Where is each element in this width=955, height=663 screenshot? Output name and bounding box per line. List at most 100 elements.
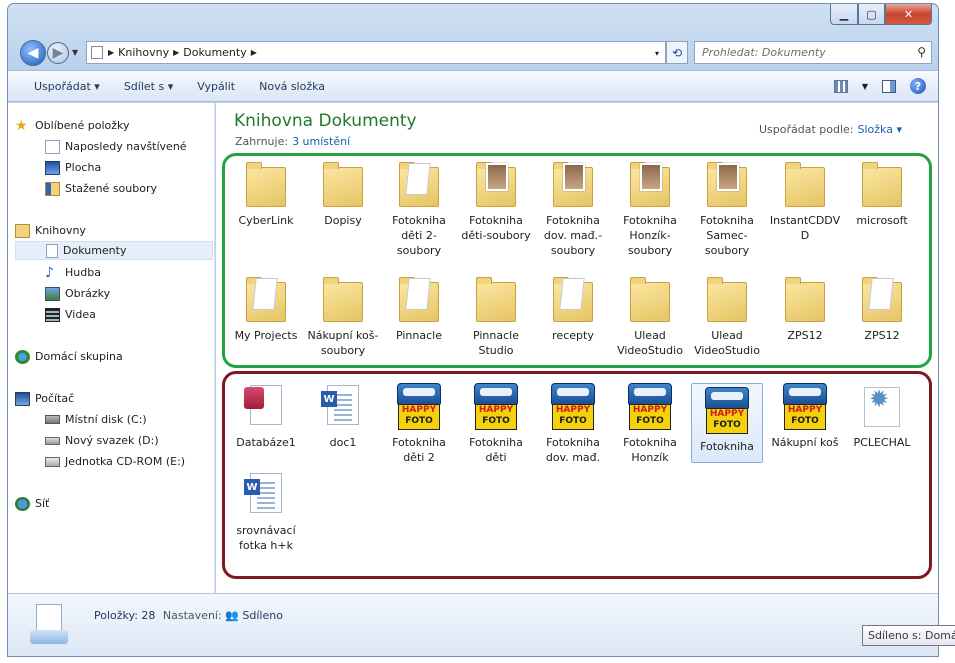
sidebar-item-pictures[interactable]: Obrázky	[45, 284, 110, 303]
status-text: Položky: 28 Nastavení: 👥 Sdíleno	[94, 609, 283, 622]
happy-foto-top: HAPPY	[401, 405, 437, 415]
preview-pane-icon[interactable]	[882, 79, 896, 93]
folder-item[interactable]: microsoft	[846, 161, 918, 228]
file-item[interactable]: HAPPY FOTO Fotokniha děti	[460, 383, 532, 465]
folder-item[interactable]: Ulead VideoStudio	[691, 276, 763, 358]
sidebar-item-drive-c[interactable]: Místní disk (C:)	[45, 410, 147, 429]
sidebar-item-label: Knihovny	[35, 224, 86, 237]
item-label: microsoft	[856, 214, 908, 227]
sidebar-item-documents[interactable]: Dokumenty	[15, 241, 213, 260]
sidebar-item-label: Naposledy navštívené	[65, 140, 187, 153]
sidebar-item-recent[interactable]: Naposledy navštívené	[45, 137, 187, 156]
folder-item[interactable]: InstantCDDVD	[769, 161, 841, 243]
sidebar-item-drive-d[interactable]: Nový svazek (D:)	[45, 431, 159, 450]
breadcrumb-knihovny[interactable]: Knihovny	[118, 46, 169, 59]
item-label: Pinnacle Studio	[472, 329, 519, 357]
sidebar-item-computer[interactable]: Počítač	[15, 389, 74, 408]
back-button[interactable]: ◀	[20, 40, 46, 66]
folder-icon	[319, 161, 367, 209]
refresh-button[interactable]: ⟲	[666, 41, 688, 64]
maximize-button[interactable]: ▢	[858, 4, 885, 25]
happy-foto-icon: HAPPY FOTO	[781, 383, 829, 431]
folder-item[interactable]: Nákupní koš-soubory	[307, 276, 379, 358]
folder-item[interactable]: Fotokniha děti 2-soubory	[383, 161, 455, 258]
folder-item[interactable]: Fotokniha Honzík-soubory	[614, 161, 686, 258]
settings-file-icon	[858, 383, 906, 431]
settings-value: Sdíleno	[242, 609, 283, 622]
minimize-button[interactable]: ▁	[830, 4, 858, 25]
organize-button[interactable]: Uspořádat ▾	[22, 80, 112, 93]
explorer-window: ▁ ▢ ✕ ◀ ▶ ▼ ▶ Knihovny ▶ Dokumenty ▶ ▾ ⟲…	[7, 3, 939, 657]
breadcrumb-dokumenty[interactable]: Dokumenty	[183, 46, 246, 59]
close-button[interactable]: ✕	[885, 4, 932, 25]
folder-item[interactable]: Dopisy	[307, 161, 379, 228]
new-folder-button[interactable]: Nová složka	[247, 80, 337, 93]
folder-item[interactable]: ZPS12	[769, 276, 841, 343]
breadcrumb-arrow-icon[interactable]: ▶	[173, 48, 179, 57]
folder-item[interactable]: ZPS12	[846, 276, 918, 343]
folder-item[interactable]: Pinnacle	[383, 276, 455, 343]
file-item[interactable]: HAPPY FOTO Fotokniha děti 2	[383, 383, 455, 465]
folder-item[interactable]: Fotokniha dov. mađ.-soubory	[537, 161, 609, 258]
folder-item[interactable]: Pinnacle Studio	[460, 276, 532, 358]
library-icon	[91, 46, 103, 59]
view-dropdown-icon[interactable]: ▼	[862, 82, 868, 91]
folder-icon	[703, 161, 751, 209]
breadcrumb-arrow-icon[interactable]: ▶	[108, 48, 114, 57]
cd-rom-icon	[45, 456, 60, 467]
change-view-icon[interactable]	[833, 79, 848, 93]
sidebar-item-videos[interactable]: Videa	[45, 305, 96, 324]
includes-link[interactable]: 3 umístění	[292, 135, 350, 148]
share-button[interactable]: Sdílet s ▾	[112, 80, 185, 93]
folder-icon	[472, 276, 520, 324]
burn-button[interactable]: Vypálit	[185, 80, 247, 93]
folder-icon	[549, 276, 597, 324]
arrange-by: Uspořádat podle: Složka ▾	[759, 123, 902, 136]
file-item[interactable]: PCLECHAL	[846, 383, 918, 450]
file-item[interactable]: HAPPY FOTO Fotokniha dov. mađ.	[537, 383, 609, 465]
sidebar-item-desktop[interactable]: Plocha	[45, 158, 101, 177]
sidebar-item-homegroup[interactable]: Domácí skupina	[15, 347, 123, 366]
happy-foto-icon: HAPPY FOTO	[703, 387, 751, 435]
navigation-bar: ◀ ▶ ▼ ▶ Knihovny ▶ Dokumenty ▶ ▾ ⟲ Prohl…	[14, 37, 934, 67]
file-item[interactable]: Wsrovnávací fotka h+k	[230, 471, 302, 553]
details-pane: Položky: 28 Nastavení: 👥 Sdíleno	[8, 593, 938, 656]
address-bar[interactable]: ▶ Knihovny ▶ Dokumenty ▶ ▾	[86, 41, 666, 64]
file-item[interactable]: HAPPY FOTO Nákupní koš	[769, 383, 841, 450]
sidebar-item-downloads[interactable]: Stažené soubory	[45, 179, 157, 198]
computer-icon	[15, 391, 30, 406]
file-item[interactable]: Wdoc1	[307, 383, 379, 450]
item-label: PCLECHAL	[853, 436, 911, 449]
folder-item[interactable]: CyberLink	[230, 161, 302, 228]
downloads-icon	[45, 181, 60, 196]
sidebar-item-network[interactable]: Síť	[15, 494, 49, 513]
sidebar-item-libraries[interactable]: Knihovny	[15, 221, 86, 240]
folder-item[interactable]: Ulead VideoStudio	[614, 276, 686, 358]
history-dropdown-icon[interactable]: ▼	[72, 48, 78, 57]
sidebar-item-drive-e[interactable]: Jednotka CD-ROM (E:)	[45, 452, 185, 471]
search-input[interactable]: Prohledat: Dokumenty ⚲	[694, 41, 932, 64]
folder-item[interactable]: Fotokniha Samec-soubory	[691, 161, 763, 258]
file-item[interactable]: HAPPY FOTO Fotokniha Honzík	[614, 383, 686, 465]
word-document-icon: W	[242, 471, 290, 519]
folder-item[interactable]: recepty	[537, 276, 609, 343]
forward-button[interactable]: ▶	[47, 42, 69, 64]
sidebar-item-music[interactable]: ♪ Hudba	[45, 263, 101, 282]
sidebar-item-label: Domácí skupina	[35, 350, 123, 363]
libraries-icon	[15, 223, 30, 238]
folder-icon	[626, 161, 674, 209]
help-icon[interactable]: ?	[910, 78, 926, 94]
sidebar-item-favorites[interactable]: ★ Oblíbené položky	[15, 116, 130, 135]
file-item[interactable]: HAPPY FOTO Fotokniha	[691, 383, 763, 463]
arrange-by-dropdown[interactable]: Složka ▾	[858, 123, 902, 136]
file-item[interactable]: Databáze1	[230, 383, 302, 450]
address-dropdown-icon[interactable]: ▾	[655, 49, 659, 58]
search-icon[interactable]: ⚲	[917, 45, 926, 59]
folder-item[interactable]: Fotokniha děti-soubory	[460, 161, 532, 243]
breadcrumb-arrow-icon[interactable]: ▶	[251, 48, 257, 57]
item-label: ZPS12	[864, 329, 900, 342]
happy-foto-top: HAPPY	[787, 405, 823, 415]
folder-item[interactable]: My Projects	[230, 276, 302, 343]
documents-icon	[46, 243, 58, 258]
happy-foto-icon: HAPPY FOTO	[549, 383, 597, 431]
